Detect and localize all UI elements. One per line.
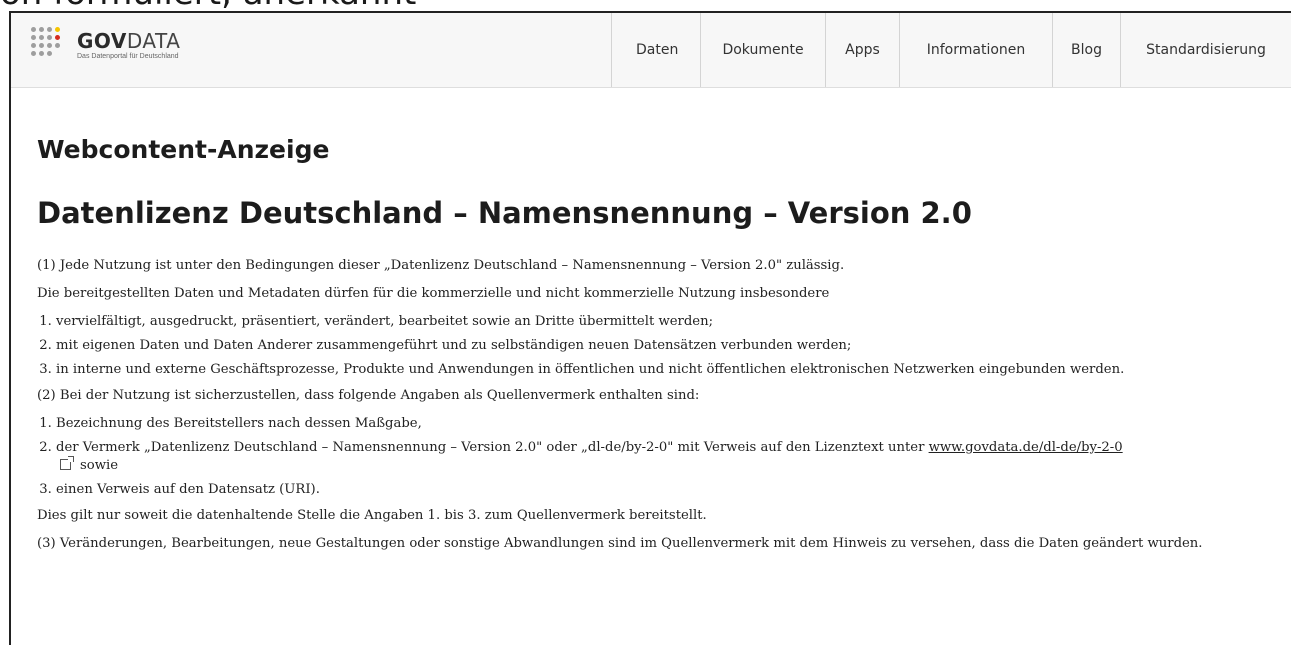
logo-dot (55, 35, 60, 40)
list-item: vervielfältigt, ausgedruckt, präsentiert… (56, 313, 1287, 331)
list-item: der Vermerk „Datenlizenz Deutschland – N… (56, 439, 1287, 475)
logo-tagline: Das Datenportal für Deutschland (77, 53, 179, 60)
list-item: einen Verweis auf den Datensatz (URI). (56, 481, 1287, 499)
logo-dot (55, 43, 60, 48)
logo-wordmark: GOVDATA (77, 29, 181, 53)
logo-dot (47, 51, 52, 56)
license-link[interactable]: www.govdata.de/dl-de/by-2-0 (929, 440, 1123, 455)
nav-item-standardisierung[interactable]: Standardisierung (1120, 13, 1291, 87)
logo-dot (47, 43, 52, 48)
nav-item-daten[interactable]: Daten (611, 13, 700, 87)
site-header: GOVDATA Das Datenportal für Deutschland … (11, 13, 1291, 88)
license-body: (1) Jede Nutzung ist unter den Bedingung… (37, 257, 1287, 563)
browser-page-frame: GOVDATA Das Datenportal für Deutschland … (9, 11, 1291, 645)
paragraph-1: (1) Jede Nutzung ist unter den Bedingung… (37, 258, 845, 273)
list-item-suffix: sowie (80, 458, 119, 473)
list-item: in interne und externe Geschäftsprozesse… (56, 361, 1287, 379)
logo-dot (39, 43, 44, 48)
logo-dot (31, 51, 36, 56)
cropped-heading-fragment: on formuliert, anerkannt (0, 0, 416, 10)
logo-dot (31, 27, 36, 32)
logo-dot (39, 27, 44, 32)
logo-dots-icon (31, 27, 69, 59)
paragraph-4: Dies gilt nur soweit die datenhaltende S… (37, 508, 707, 523)
govdata-logo[interactable]: GOVDATA Das Datenportal für Deutschland (31, 27, 180, 60)
logo-dot (31, 43, 36, 48)
nav-item-apps[interactable]: Apps (825, 13, 899, 87)
logo-dot (47, 27, 52, 32)
list-item-text: der Vermerk „Datenlizenz Deutschland – N… (56, 440, 929, 455)
logo-dot (39, 51, 44, 56)
logo-dot (31, 35, 36, 40)
license-title: Datenlizenz Deutschland – Namensnennung … (37, 196, 972, 230)
paragraph-2: Die bereitgestellten Daten und Metadaten… (37, 286, 830, 301)
logo-dot (39, 35, 44, 40)
nav-item-dokumente[interactable]: Dokumente (700, 13, 825, 87)
portlet-title: Webcontent-Anzeige (37, 135, 330, 164)
logo-dot (47, 35, 52, 40)
list-item: Bezeichnung des Bereitstellers nach dess… (56, 415, 1287, 433)
paragraph-5: (3) Veränderungen, Bearbeitungen, neue G… (37, 536, 1203, 551)
paragraph-3: (2) Bei der Nutzung ist sicherzustellen,… (37, 388, 700, 403)
main-navigation: Daten Dokumente Apps Informationen Blog … (611, 13, 1291, 87)
list-item: mit eigenen Daten und Daten Anderer zusa… (56, 337, 1287, 355)
nav-item-blog[interactable]: Blog (1052, 13, 1120, 87)
external-link-icon (60, 456, 74, 470)
nav-item-informationen[interactable]: Informationen (899, 13, 1052, 87)
logo-dot (55, 27, 60, 32)
usage-list: vervielfältigt, ausgedruckt, präsentiert… (37, 313, 1287, 379)
attribution-list: Bezeichnung des Bereitstellers nach dess… (37, 415, 1287, 499)
